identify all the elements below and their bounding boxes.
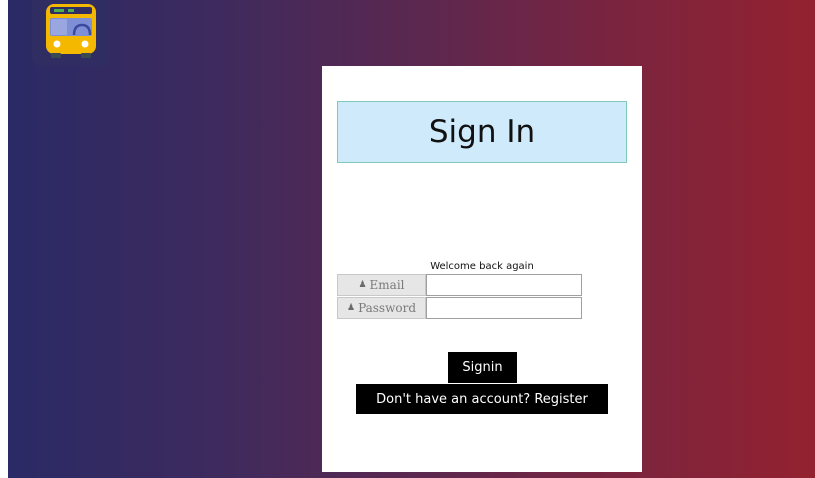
- email-label-text: Email: [369, 278, 405, 292]
- password-label-text: Password: [358, 301, 416, 315]
- email-label: ♟ Email: [337, 274, 426, 296]
- register-button[interactable]: Don't have an account? Register: [356, 384, 608, 414]
- user-icon: ♟: [358, 280, 367, 290]
- email-row: ♟ Email: [337, 274, 582, 296]
- password-label: ♟ Password: [337, 297, 426, 319]
- email-field[interactable]: [426, 274, 582, 296]
- page-title: Sign In: [428, 114, 536, 150]
- signin-card: Sign In Welcome back again ♟ Email ♟ Pas…: [322, 66, 642, 472]
- welcome-text: Welcome back again: [430, 261, 534, 272]
- bus-icon: [46, 4, 96, 58]
- password-field[interactable]: [426, 297, 582, 319]
- user-icon: ♟: [347, 303, 356, 313]
- signin-button[interactable]: Signin: [448, 352, 517, 383]
- title-banner: Sign In: [337, 101, 627, 163]
- app-logo[interactable]: [32, 0, 110, 66]
- password-row: ♟ Password: [337, 297, 582, 319]
